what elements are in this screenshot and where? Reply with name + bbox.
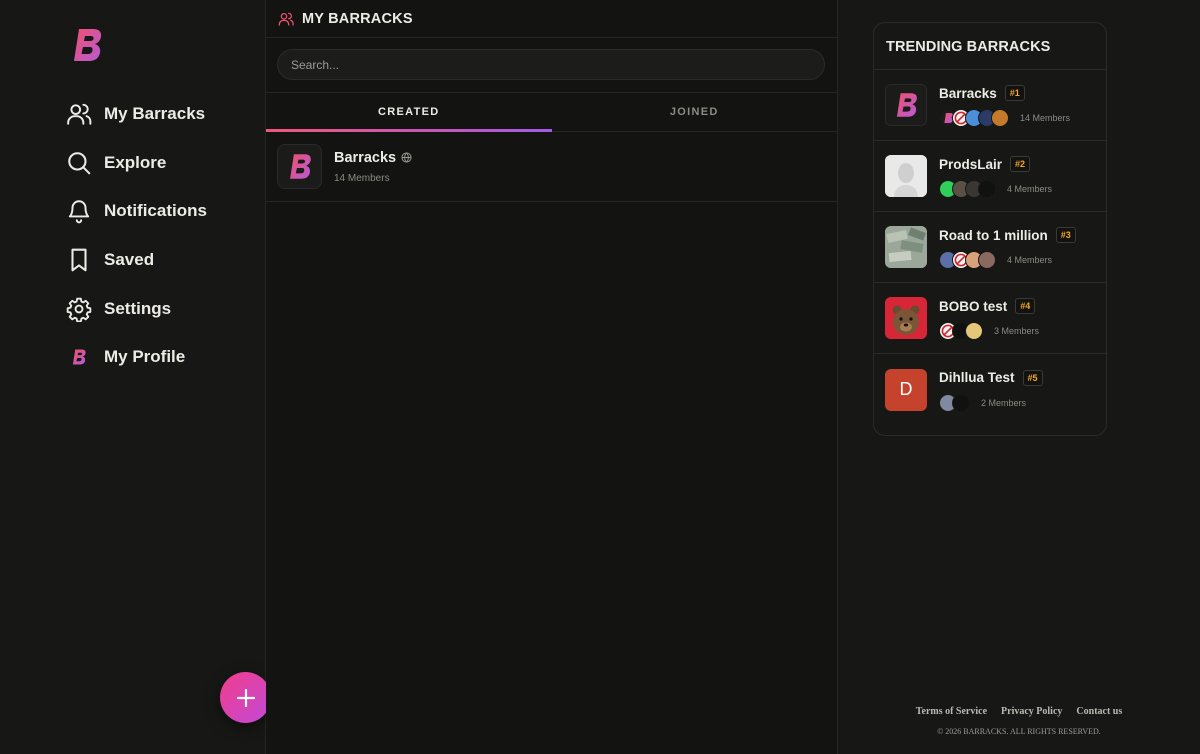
users-icon xyxy=(278,11,294,27)
trending-name: Dihllua Test xyxy=(939,370,1015,385)
sidebar-item-my-profile[interactable]: My Profile xyxy=(66,333,207,382)
sidebar-item-my-barracks[interactable]: My Barracks xyxy=(66,90,207,139)
trending-name: BOBO test xyxy=(939,298,1008,314)
rank-badge: #1 xyxy=(1004,85,1025,101)
privacy-link[interactable]: Privacy Policy xyxy=(1001,706,1062,717)
gear-icon xyxy=(66,296,92,322)
main-panel: MY BARRACKS CREATED JOINED Barracks xyxy=(266,0,838,754)
member-avatars xyxy=(939,322,983,340)
trending-item[interactable]: BOBO test #4 3 Members xyxy=(874,283,1106,354)
barrack-avatar xyxy=(885,84,927,126)
avatar xyxy=(965,322,983,340)
copyright: © 2026 BARRACKS. ALL RIGHTS RESERVED. xyxy=(937,727,1101,736)
bookmark-icon xyxy=(66,247,92,273)
member-count: 3 Members xyxy=(994,326,1040,336)
avatar xyxy=(952,393,970,412)
rank-badge: #5 xyxy=(1022,369,1043,386)
list-item[interactable]: Barracks 14 Members xyxy=(266,132,837,202)
trending-title: TRENDING BARRACKS xyxy=(874,23,1106,70)
trending-name: Barracks xyxy=(939,85,997,101)
sidebar-item-label: Notifications xyxy=(104,201,207,221)
search-bar xyxy=(266,38,837,93)
trending-item[interactable]: D Dihllua Test #5 2 Members xyxy=(874,354,1106,425)
sidebar: My Barracks Explore Notifications Saved … xyxy=(0,0,271,754)
sidebar-item-label: Saved xyxy=(104,250,155,270)
barrack-avatar xyxy=(885,297,927,339)
page-header: MY BARRACKS xyxy=(266,0,837,38)
member-count: 4 Members xyxy=(1007,184,1053,194)
brand-logo-icon xyxy=(896,93,917,117)
tab-created[interactable]: CREATED xyxy=(266,93,552,132)
sidebar-item-label: My Profile xyxy=(104,347,186,367)
trending-item[interactable]: ProdsLair #2 4 Members xyxy=(874,141,1106,212)
tab-joined[interactable]: JOINED xyxy=(552,93,838,131)
brand-logo-icon[interactable] xyxy=(70,26,104,64)
search-icon xyxy=(66,150,92,176)
avatar-letter: D xyxy=(899,379,913,399)
avatar xyxy=(978,180,996,198)
footer-links: Terms of Service Privacy Policy Contact … xyxy=(838,706,1200,717)
rank-badge: #2 xyxy=(1010,156,1031,172)
trending-card: TRENDING BARRACKS Barracks #1 14 Members… xyxy=(873,22,1107,436)
tab-bar: CREATED JOINED xyxy=(266,93,837,132)
search-input[interactable] xyxy=(277,49,825,80)
barrack-name: Barracks xyxy=(334,149,397,166)
page-title: MY BARRACKS xyxy=(302,10,413,27)
member-avatars xyxy=(939,180,996,198)
sidebar-item-label: My Barracks xyxy=(104,104,206,124)
globe-icon xyxy=(401,152,412,163)
member-count: 4 Members xyxy=(1007,255,1053,265)
barrack-avatar xyxy=(277,144,322,189)
trending-item[interactable]: Road to 1 million #3 4 Members xyxy=(874,212,1106,283)
right-panel: TRENDING BARRACKS Barracks #1 14 Members… xyxy=(838,0,1200,754)
member-count: 2 Members xyxy=(981,397,1027,408)
trending-name: Road to 1 million xyxy=(939,227,1048,243)
member-count: 14 Members xyxy=(334,172,390,184)
sidebar-item-label: Explore xyxy=(104,152,167,172)
users-icon xyxy=(66,101,92,127)
barrack-avatar: D xyxy=(885,368,927,411)
member-avatars xyxy=(939,251,996,269)
avatar xyxy=(991,109,1009,127)
barrack-avatar xyxy=(885,226,927,268)
create-barrack-button[interactable] xyxy=(220,672,271,723)
sidebar-item-saved[interactable]: Saved xyxy=(66,236,207,285)
sidebar-nav: My Barracks Explore Notifications Saved … xyxy=(66,90,207,382)
member-avatars xyxy=(939,393,970,412)
terms-link[interactable]: Terms of Service xyxy=(916,706,987,717)
bell-icon xyxy=(66,198,92,224)
plus-icon xyxy=(236,688,255,707)
member-count: 14 Members xyxy=(1020,113,1071,123)
member-avatars xyxy=(939,109,1009,127)
sidebar-item-notifications[interactable]: Notifications xyxy=(66,187,207,236)
contact-link[interactable]: Contact us xyxy=(1076,706,1122,717)
brand-logo-icon xyxy=(66,344,92,370)
trending-name: ProdsLair xyxy=(939,156,1003,172)
sidebar-item-label: Settings xyxy=(104,298,172,318)
brand-logo-icon xyxy=(289,154,311,179)
sidebar-item-explore[interactable]: Explore xyxy=(66,139,207,188)
rank-badge: #3 xyxy=(1055,227,1076,243)
barrack-avatar xyxy=(885,155,927,197)
rank-badge: #4 xyxy=(1015,298,1036,314)
sidebar-item-settings[interactable]: Settings xyxy=(66,284,207,333)
trending-item[interactable]: Barracks #1 14 Members xyxy=(874,70,1106,141)
avatar xyxy=(978,251,996,269)
